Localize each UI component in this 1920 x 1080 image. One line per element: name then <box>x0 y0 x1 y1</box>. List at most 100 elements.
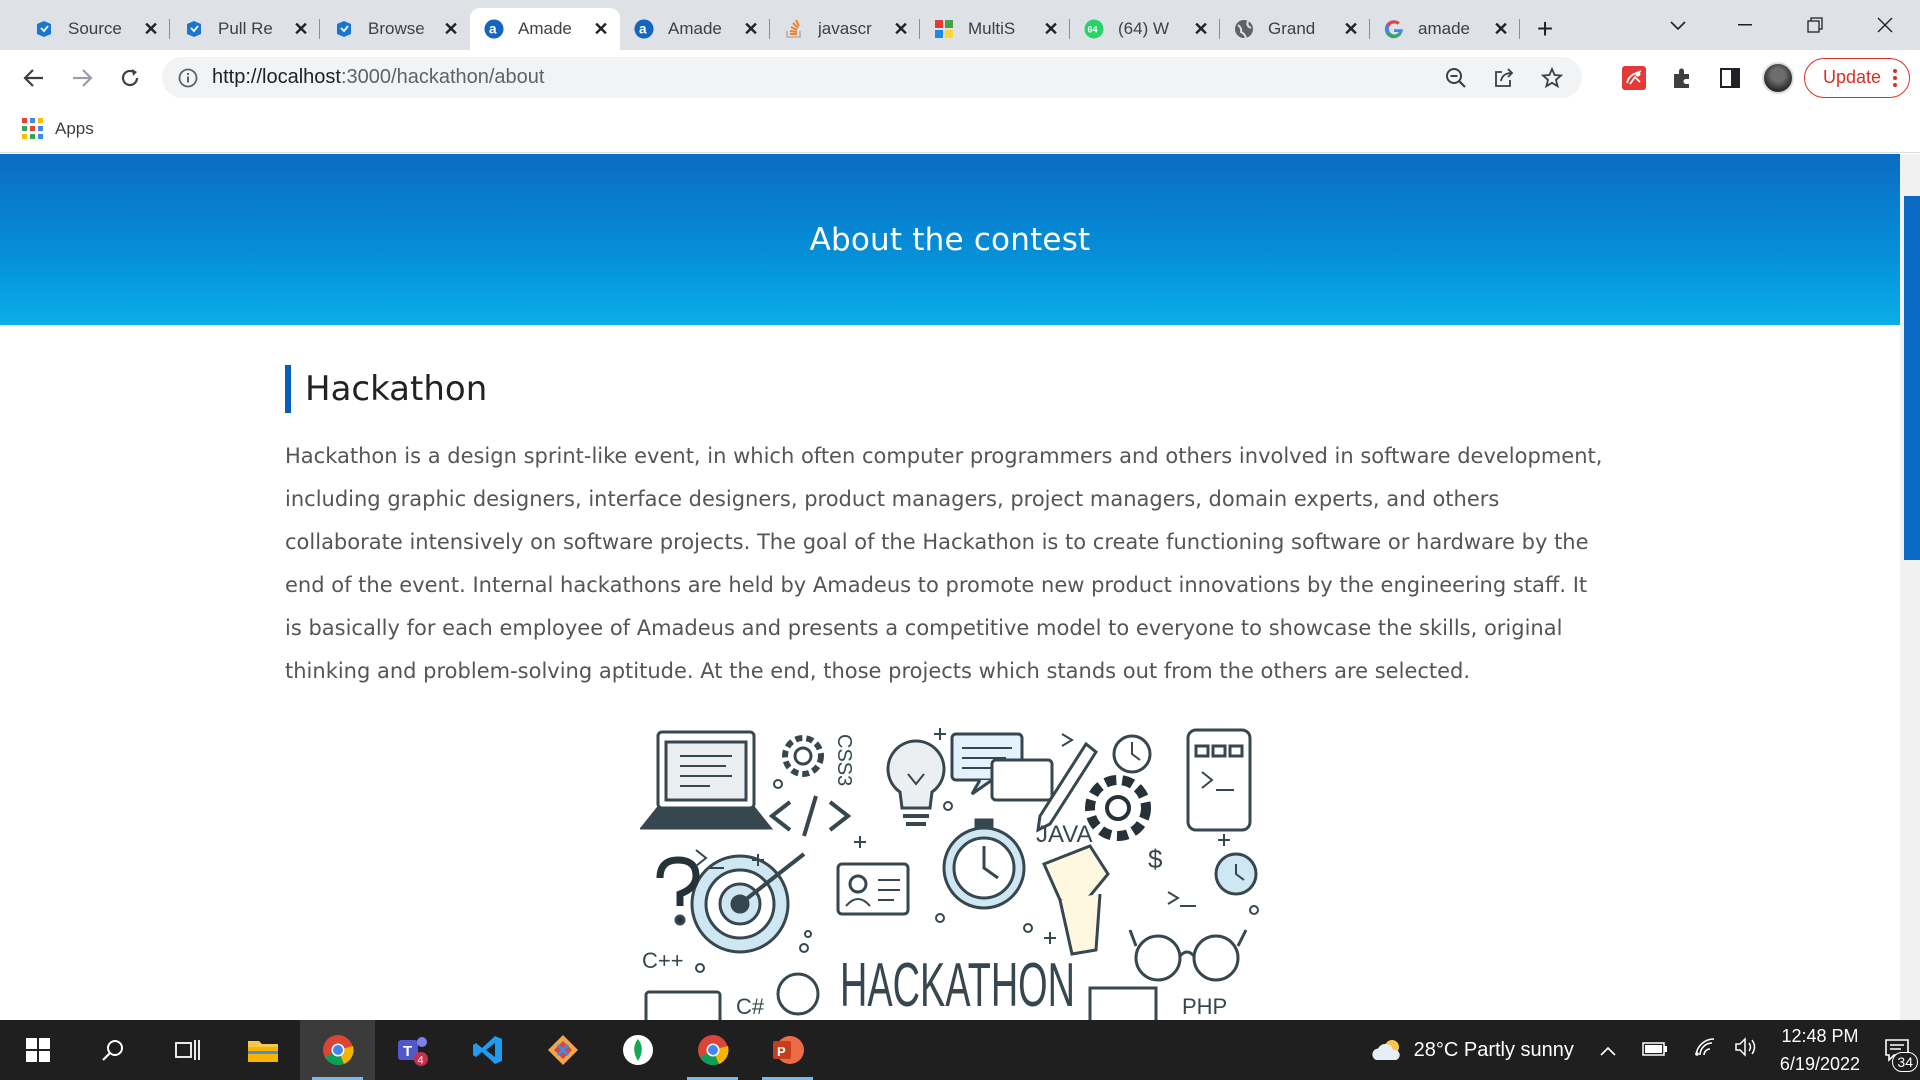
laptop-icon <box>640 730 774 830</box>
whatsapp-icon: 64 <box>1084 19 1104 39</box>
browser-tab[interactable]: Browse ✕ <box>320 8 470 50</box>
share-icon[interactable] <box>1480 67 1528 89</box>
clock[interactable]: 12:48 PM 6/19/2022 <box>1780 1022 1860 1078</box>
file-explorer-app[interactable] <box>225 1020 300 1080</box>
code-icon <box>768 795 852 837</box>
bookmark-star-icon[interactable] <box>1528 66 1576 89</box>
globe-icon <box>1234 19 1254 39</box>
label-css3: CSS3 <box>833 734 855 786</box>
clock-time: 12:48 PM <box>1781 1026 1859 1046</box>
mongodb-icon <box>622 1035 653 1065</box>
info-icon[interactable] <box>178 68 198 88</box>
hero-banner: About the contest <box>0 154 1900 325</box>
extension-icon[interactable] <box>1612 56 1656 100</box>
multi-site-icon <box>934 19 954 39</box>
search-icon <box>101 1040 123 1061</box>
page-scrollbar[interactable] <box>1900 154 1920 1020</box>
mongodb-app[interactable] <box>600 1020 675 1080</box>
lightbulb-icon <box>886 739 946 826</box>
chevron-up-icon[interactable] <box>1600 1039 1616 1062</box>
reload-icon <box>121 68 139 86</box>
apps-shortcut[interactable]: Apps <box>22 118 94 139</box>
google-icon <box>1384 19 1404 39</box>
id-card-icon <box>836 862 910 916</box>
reload-button[interactable] <box>106 54 154 102</box>
browser-tab[interactable]: a Amade ✕ <box>620 8 770 50</box>
weather-cloud-icon[interactable] <box>1370 1038 1404 1062</box>
forward-button[interactable] <box>58 54 106 102</box>
new-tab-button[interactable]: + <box>1520 8 1570 50</box>
vscode-app[interactable] <box>450 1020 525 1080</box>
tab-title: amade <box>1418 19 1470 38</box>
label-csharp: C# <box>736 994 765 1019</box>
notifications-button[interactable]: 34 <box>1874 1020 1920 1080</box>
start-button[interactable] <box>0 1020 75 1080</box>
tab-title: MultiS <box>968 19 1016 38</box>
back-button[interactable] <box>10 54 58 102</box>
address-bar[interactable]: http://localhost:3000/hackathon/about <box>162 57 1582 98</box>
browser-tab[interactable]: 64 (64) W ✕ <box>1070 8 1220 50</box>
chrome-app[interactable] <box>300 1020 375 1080</box>
close-tab-icon[interactable]: ✕ <box>442 19 460 40</box>
tab-title: Source <box>68 19 122 38</box>
windows-taskbar: T4 P 28°C Partly sunny 12:48 PM 6/19/202… <box>0 1020 1920 1080</box>
browser-tab[interactable]: MultiS ✕ <box>920 8 1070 50</box>
volume-icon[interactable] <box>1734 1037 1758 1063</box>
tab-title: Pull Re <box>218 19 273 38</box>
minimize-button[interactable] <box>1710 0 1780 50</box>
svg-text:T: T <box>403 1043 412 1060</box>
tab-title: javascr <box>818 19 872 38</box>
url-path: :3000/hackathon/about <box>340 66 545 88</box>
restore-button[interactable] <box>1780 0 1850 50</box>
zoom-icon[interactable] <box>1432 67 1480 89</box>
stackoverflow-icon <box>784 19 804 39</box>
folder-icon <box>247 1041 278 1062</box>
browser-tab[interactable]: javascr ✕ <box>770 8 920 50</box>
browser-tab[interactable]: Pull Re ✕ <box>170 8 320 50</box>
chrome-profile-app[interactable] <box>675 1020 750 1080</box>
browser-tab[interactable]: amade ✕ <box>1370 8 1520 50</box>
tab-title: Amade <box>518 19 572 38</box>
close-tab-icon[interactable]: ✕ <box>1042 19 1060 40</box>
profile-avatar[interactable] <box>1756 56 1800 100</box>
git-app[interactable] <box>525 1020 600 1080</box>
azure-devops-icon <box>184 19 204 39</box>
scrollbar-thumb[interactable] <box>1904 196 1920 560</box>
wifi-icon[interactable] <box>1694 1037 1716 1063</box>
label-php: PHP <box>1182 994 1227 1019</box>
search-button[interactable] <box>75 1020 150 1080</box>
update-button[interactable]: Update <box>1803 57 1910 98</box>
url-text[interactable]: http://localhost:3000/hackathon/about <box>212 66 544 89</box>
close-tab-icon[interactable]: ✕ <box>292 19 310 40</box>
close-tab-icon[interactable]: ✕ <box>1492 19 1510 40</box>
close-tab-icon[interactable]: ✕ <box>1342 19 1360 40</box>
tab-search-button[interactable] <box>1660 8 1696 44</box>
close-tab-icon[interactable]: ✕ <box>142 19 160 40</box>
svg-text:P: P <box>777 1044 786 1059</box>
close-tab-icon[interactable]: ✕ <box>592 19 610 40</box>
battery-icon[interactable] <box>1642 1039 1668 1062</box>
hackathon-description: Hackathon is a design sprint-like event,… <box>285 444 1603 683</box>
about-section: Hackathon Hackathon is a design sprint-l… <box>285 365 1605 693</box>
url-host: http://localhost <box>212 66 341 88</box>
task-view-icon <box>174 1040 200 1060</box>
weather-text[interactable]: 28°C Partly sunny <box>1414 1039 1574 1062</box>
powerpoint-app[interactable]: P <box>750 1020 825 1080</box>
browser-tab[interactable]: Grand ✕ <box>1220 8 1370 50</box>
browser-tab[interactable]: Source ✕ <box>20 8 170 50</box>
puzzle-icon[interactable] <box>1660 56 1704 100</box>
close-window-button[interactable] <box>1850 0 1920 50</box>
keyboard-icon <box>1088 986 1158 1020</box>
side-panel-icon[interactable] <box>1708 56 1752 100</box>
close-tab-icon[interactable]: ✕ <box>1192 19 1210 40</box>
arrow-left-icon <box>23 68 43 87</box>
task-view-button[interactable] <box>150 1020 225 1080</box>
svg-text:a: a <box>489 22 497 37</box>
teams-app[interactable]: T4 <box>375 1020 450 1080</box>
amadeus-icon: a <box>634 19 654 39</box>
close-tab-icon[interactable]: ✕ <box>742 19 760 40</box>
close-tab-icon[interactable]: ✕ <box>892 19 910 40</box>
label-dollar: $ <box>1148 844 1163 874</box>
browser-tab[interactable]: a Amade ✕ <box>470 8 620 50</box>
svg-text:a: a <box>639 22 647 37</box>
